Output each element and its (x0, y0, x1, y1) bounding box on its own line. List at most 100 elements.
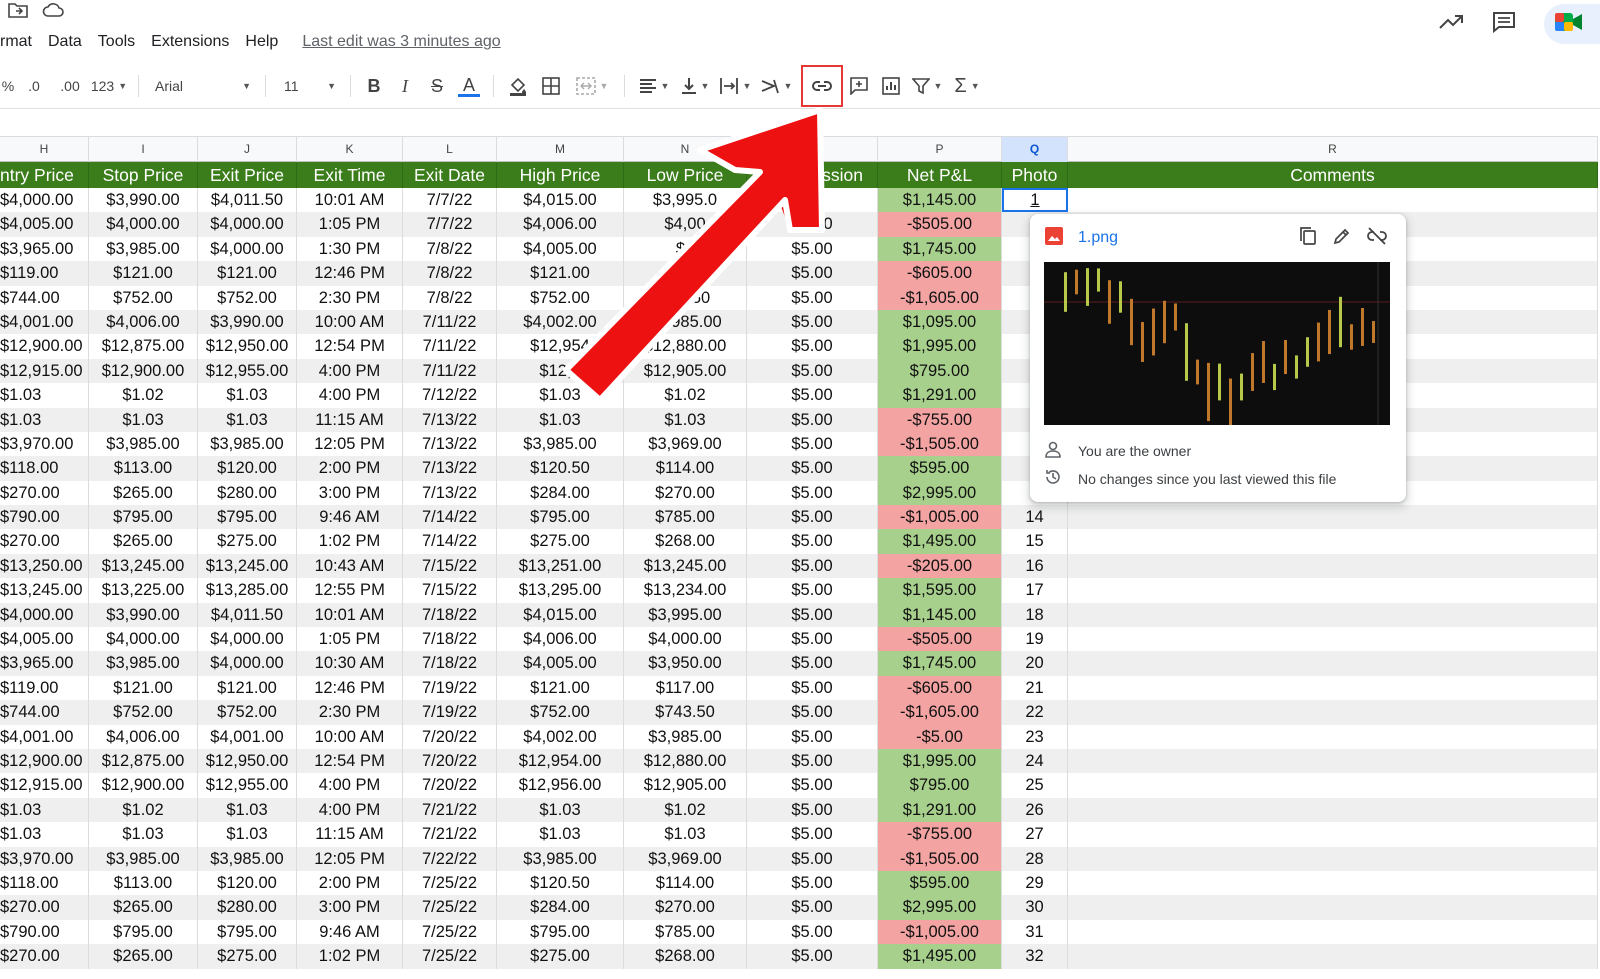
cell-entry-price[interactable]: $4,001.00 (0, 724, 89, 749)
cell-commission[interactable]: $5.00 (747, 261, 878, 286)
cell-commission[interactable]: $5.00 (747, 748, 878, 774)
cell-stop-price[interactable]: $4,000.00 (89, 212, 198, 237)
cell-low-price[interactable]: $3,950.00 (624, 651, 747, 676)
cell-net-pl[interactable]: -$1,605.00 (878, 285, 1002, 310)
cell-high-price[interactable]: $4,005.00 (497, 651, 624, 676)
cell-entry-price[interactable]: $12,900.00 (0, 334, 89, 359)
cloud-saved-icon[interactable] (42, 2, 64, 23)
insert-comment-icon[interactable] (843, 70, 875, 102)
cell-stop-price[interactable]: $1.03 (89, 407, 198, 432)
cell-net-pl[interactable]: $1,145.00 (878, 188, 1002, 213)
cell-exit-date[interactable]: 7/18/22 (403, 602, 497, 628)
remove-link-icon[interactable] (1366, 226, 1388, 251)
cell-low-price[interactable]: $12,880.00 (624, 334, 747, 359)
cell-stop-price[interactable]: $121.00 (89, 261, 198, 286)
cell-comments[interactable] (1068, 675, 1598, 701)
cell-comments[interactable] (1068, 505, 1598, 530)
cell-stop-price[interactable]: $4,000.00 (89, 627, 198, 652)
header-low-price[interactable]: Low Price (624, 162, 747, 188)
cell-high-price[interactable]: $3,985.00 (497, 431, 624, 457)
cell-stop-price[interactable]: $12,900.00 (89, 358, 198, 384)
cell-net-pl[interactable]: -$1,505.00 (878, 431, 1002, 457)
cell-high-price[interactable]: $4,006.00 (497, 627, 624, 652)
cell-comments[interactable] (1068, 651, 1598, 676)
cell-low-price[interactable]: $1.02 (624, 383, 747, 408)
cell-entry-price[interactable]: $1.03 (0, 822, 89, 847)
cell-commission[interactable]: $5.00 (747, 846, 878, 871)
cell-low-price[interactable]: $114.00 (624, 456, 747, 481)
cell-high-price[interactable]: $752.00 (497, 285, 624, 310)
cell-exit-price[interactable]: $4,000.00 (198, 651, 297, 676)
move-to-folder-icon[interactable] (8, 1, 28, 24)
cell-low-price[interactable]: $3 (624, 236, 747, 262)
cell-exit-price[interactable]: $1.03 (198, 797, 297, 823)
cell-exit-price[interactable]: $4,000.00 (198, 627, 297, 652)
cell-photo[interactable]: 16 (1002, 553, 1068, 579)
cell-photo[interactable]: 28 (1002, 846, 1068, 871)
header-stop-price[interactable]: Stop Price (89, 162, 198, 188)
cell-exit-time[interactable]: 11:15 AM (297, 407, 403, 432)
cell-comments[interactable] (1068, 870, 1598, 896)
cell-stop-price[interactable]: $12,875.00 (89, 748, 198, 774)
cell-high-price[interactable]: $121.00 (497, 261, 624, 286)
copy-link-icon[interactable] (1298, 226, 1318, 251)
cell-exit-time[interactable]: 12:54 PM (297, 748, 403, 774)
column-header-r[interactable]: R (1068, 137, 1598, 163)
cell-low-price[interactable]: $4,00 (624, 212, 747, 237)
header-photo[interactable]: Photo (1002, 162, 1068, 188)
italic-icon[interactable]: I (389, 70, 421, 102)
cell-exit-date[interactable]: 7/13/22 (403, 456, 497, 481)
cell-exit-date[interactable]: 7/8/22 (403, 261, 497, 286)
cell-high-price[interactable]: $120.50 (497, 870, 624, 896)
cell-exit-date[interactable]: 7/25/22 (403, 895, 497, 920)
cell-stop-price[interactable]: $13,225.00 (89, 578, 198, 603)
cell-exit-date[interactable]: 7/15/22 (403, 553, 497, 579)
cell-entry-price[interactable]: $790.00 (0, 919, 89, 945)
cell-comments[interactable] (1068, 797, 1598, 823)
cell-high-price[interactable]: $12,954 (497, 334, 624, 359)
cell-net-pl[interactable]: -$1,605.00 (878, 700, 1002, 725)
cell-low-price[interactable]: $13,245.00 (624, 553, 747, 579)
cell-exit-price[interactable]: $121.00 (198, 675, 297, 701)
cell-exit-date[interactable]: 7/13/22 (403, 407, 497, 432)
cell-exit-date[interactable]: 7/11/22 (403, 358, 497, 384)
vertical-align-icon[interactable]: ▼ (675, 70, 715, 102)
cell-commission[interactable]: $5.00 (747, 407, 878, 432)
cell-exit-date[interactable]: 7/7/22 (403, 212, 497, 237)
cell-exit-date[interactable]: 7/21/22 (403, 822, 497, 847)
cell-exit-price[interactable]: $4,000.00 (198, 236, 297, 262)
menu-data[interactable]: Data (48, 33, 82, 51)
cell-stop-price[interactable]: $752.00 (89, 700, 198, 725)
cell-net-pl[interactable]: $1,495.00 (878, 529, 1002, 554)
cell-high-price[interactable]: $795.00 (497, 919, 624, 945)
cell-exit-date[interactable]: 7/8/22 (403, 236, 497, 262)
cell-stop-price[interactable]: $265.00 (89, 480, 198, 506)
cell-commission[interactable]: $5.00 (747, 212, 878, 237)
cell-low-price[interactable]: .00 (624, 261, 747, 286)
cell-stop-price[interactable]: $3,985.00 (89, 651, 198, 676)
cell-exit-time[interactable]: 12:54 PM (297, 334, 403, 359)
cell-stop-price[interactable]: $13,245.00 (89, 553, 198, 579)
cell-net-pl[interactable]: $1,745.00 (878, 651, 1002, 676)
cell-comments[interactable] (1068, 578, 1598, 603)
filter-icon[interactable]: ▼ (907, 70, 947, 102)
cell-high-price[interactable]: $4,005.00 (497, 236, 624, 262)
insert-chart-icon[interactable] (875, 70, 907, 102)
cell-exit-time[interactable]: 10:43 AM (297, 553, 403, 579)
cell-low-price[interactable]: $785.00 (624, 505, 747, 530)
cell-commission[interactable]: $5.00 (747, 870, 878, 896)
cell-net-pl[interactable]: -$605.00 (878, 261, 1002, 286)
cell-low-price[interactable]: $3,969.00 (624, 431, 747, 457)
cell-exit-price[interactable]: $120.00 (198, 870, 297, 896)
cell-exit-time[interactable]: 10:00 AM (297, 724, 403, 749)
cell-exit-price[interactable]: $752.00 (198, 285, 297, 310)
cell-stop-price[interactable]: $12,875.00 (89, 334, 198, 359)
cell-exit-date[interactable]: 7/21/22 (403, 797, 497, 823)
column-header-i[interactable]: I (89, 137, 198, 163)
cell-net-pl[interactable]: $1,291.00 (878, 383, 1002, 408)
cell-low-price[interactable]: $268.00 (624, 529, 747, 554)
cell-stop-price[interactable]: $113.00 (89, 870, 198, 896)
cell-low-price[interactable]: $3,995.00 (624, 602, 747, 628)
menu-extensions[interactable]: Extensions (151, 33, 229, 51)
cell-photo[interactable]: 31 (1002, 919, 1068, 945)
